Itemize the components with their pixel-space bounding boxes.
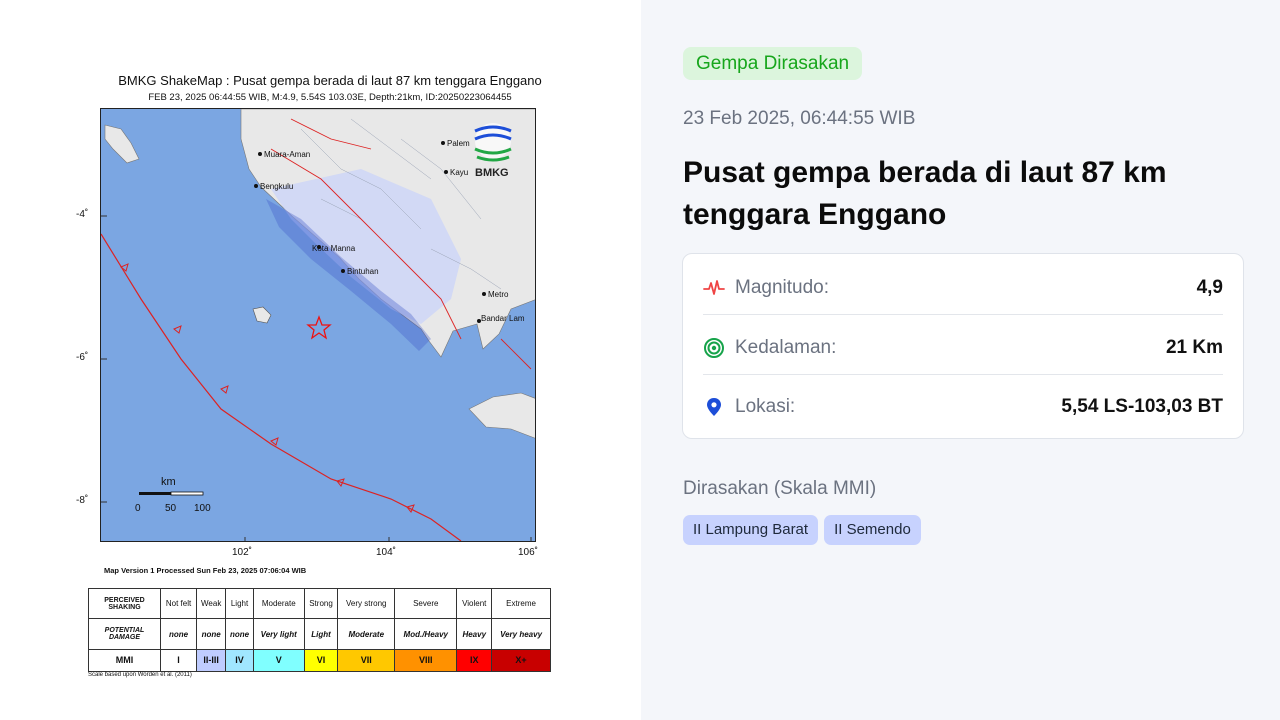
mmi-cell: II-III (196, 648, 227, 673)
legend-cell: Not felt (159, 587, 198, 620)
event-headline: Pusat gempa berada di laut 87 km tenggar… (683, 156, 1167, 231)
bmkg-logo: BMKG (474, 123, 512, 179)
mmi-cell: I (159, 648, 198, 673)
mmi-cell: IX (456, 648, 493, 673)
legend-row-mmi: MMI I II-III IV V VI VII VIII IX X+ (88, 648, 551, 673)
legend-cell: Light (303, 618, 339, 650)
bmkg-logo-text: BMKG (475, 167, 509, 179)
mmi-legend-table: PERCEIVED SHAKING Not felt Weak Light Mo… (88, 587, 551, 673)
city-label: Bengkulu (260, 182, 293, 191)
location-value: 5,54 LS-103,03 BT (1061, 396, 1223, 417)
legend-cell: Mod./Heavy (394, 618, 458, 650)
legend-header: MMI (88, 648, 161, 673)
info-row-depth: Kedalaman: 21 Km (703, 318, 1223, 378)
legend-cell: Moderate (337, 618, 396, 650)
event-datetime: 23 Feb 2025, 06:44:55 WIB (683, 108, 916, 129)
depth-value: 21 Km (1165, 337, 1223, 358)
legend-cell: none (225, 618, 254, 650)
legend-cell: Light (225, 587, 254, 620)
map-version: Map Version 1 Processed Sun Feb 23, 2025… (104, 566, 307, 575)
legend-cell: Heavy (456, 618, 493, 650)
mmi-cell: VIII (394, 648, 458, 673)
mmi-cell: VI (303, 648, 339, 673)
scale-note: Scale based upon Worden et al. (2011) (88, 672, 192, 678)
info-row-location: Lokasi: 5,54 LS-103,03 BT (703, 377, 1223, 437)
felt-region-chip: II Semendo (824, 515, 921, 545)
svg-text:100: 100 (194, 503, 211, 514)
info-label: Kedalaman: (735, 337, 837, 358)
magnitude-pulse-icon (703, 277, 725, 299)
legend-row-damage: POTENTIAL DAMAGE none none none Very lig… (88, 618, 551, 650)
legend-cell: none (159, 618, 198, 650)
legend-cell: Very strong (337, 587, 396, 620)
mmi-cell: IV (225, 648, 254, 673)
map-area: Muara-Aman Bengkulu Palem Kayu Kota Mann… (100, 108, 536, 542)
divider (703, 374, 1223, 375)
event-info-card: Magnitudo: 4,9 Kedalaman: 21 Km Lokasi: … (682, 253, 1244, 439)
lon-label: 106˚ (518, 547, 539, 558)
city-label: Bintuhan (347, 267, 379, 276)
legend-row-shaking: PERCEIVED SHAKING Not felt Weak Light Mo… (88, 587, 551, 620)
svg-text:0: 0 (135, 503, 141, 514)
mmi-cell: V (252, 648, 305, 673)
legend-cell: Severe (394, 587, 458, 620)
legend-header: PERCEIVED SHAKING (88, 587, 161, 620)
legend-cell: Violent (456, 587, 493, 620)
map-graphic: Muara-Aman Bengkulu Palem Kayu Kota Mann… (101, 109, 535, 541)
felt-region-chip: II Lampung Barat (683, 515, 819, 545)
map-subtitle: FEB 23, 2025 06:44:55 WIB, M:4.9, 5.54S … (148, 92, 512, 103)
svg-text:km: km (161, 476, 176, 488)
felt-section-title: Dirasakan (Skala MMI) (683, 478, 877, 499)
earthquake-detail-panel: Gempa Dirasakan 23 Feb 2025, 06:44:55 WI… (641, 0, 1280, 720)
legend-cell: Extreme (491, 587, 551, 620)
city-label: Muara-Aman (264, 150, 310, 159)
city-label: Metro (488, 290, 509, 299)
map-title: BMKG ShakeMap : Pusat gempa berada di la… (118, 73, 542, 88)
felt-region-list: II Lampung Barat II Semendo (683, 515, 921, 545)
mmi-cell: VII (337, 648, 396, 673)
lat-label: -8˚ (76, 495, 89, 506)
divider (703, 314, 1223, 315)
magnitude-value: 4,9 (1196, 277, 1223, 298)
shakemap-image: BMKG ShakeMap : Pusat gempa berada di la… (0, 0, 641, 720)
city-label: Kayu (450, 168, 468, 177)
lon-label: 102˚ (232, 547, 253, 558)
felt-badge: Gempa Dirasakan (683, 47, 863, 80)
info-label: Lokasi: (735, 396, 796, 417)
legend-header: POTENTIAL DAMAGE (88, 618, 161, 650)
legend-cell: Very light (252, 618, 305, 650)
legend-cell: Strong (303, 587, 339, 620)
legend-cell: Very heavy (491, 618, 551, 650)
city-label: Palem (447, 139, 470, 148)
mmi-cell: X+ (491, 648, 551, 673)
lat-label: -4˚ (76, 209, 89, 220)
legend-cell: Weak (196, 587, 227, 620)
legend-cell: none (196, 618, 227, 650)
legend-cell: Moderate (252, 587, 305, 620)
lat-label: -6˚ (76, 352, 89, 363)
location-pin-icon (703, 396, 725, 418)
city-label: Kota Manna (312, 244, 356, 253)
lon-label: 104˚ (376, 547, 397, 558)
svg-text:50: 50 (165, 503, 177, 514)
city-label: Bandar Lam (481, 314, 525, 323)
info-row-magnitude: Magnitudo: 4,9 (703, 258, 1223, 318)
info-label: Magnitudo: (735, 277, 830, 298)
depth-target-icon (703, 337, 725, 359)
